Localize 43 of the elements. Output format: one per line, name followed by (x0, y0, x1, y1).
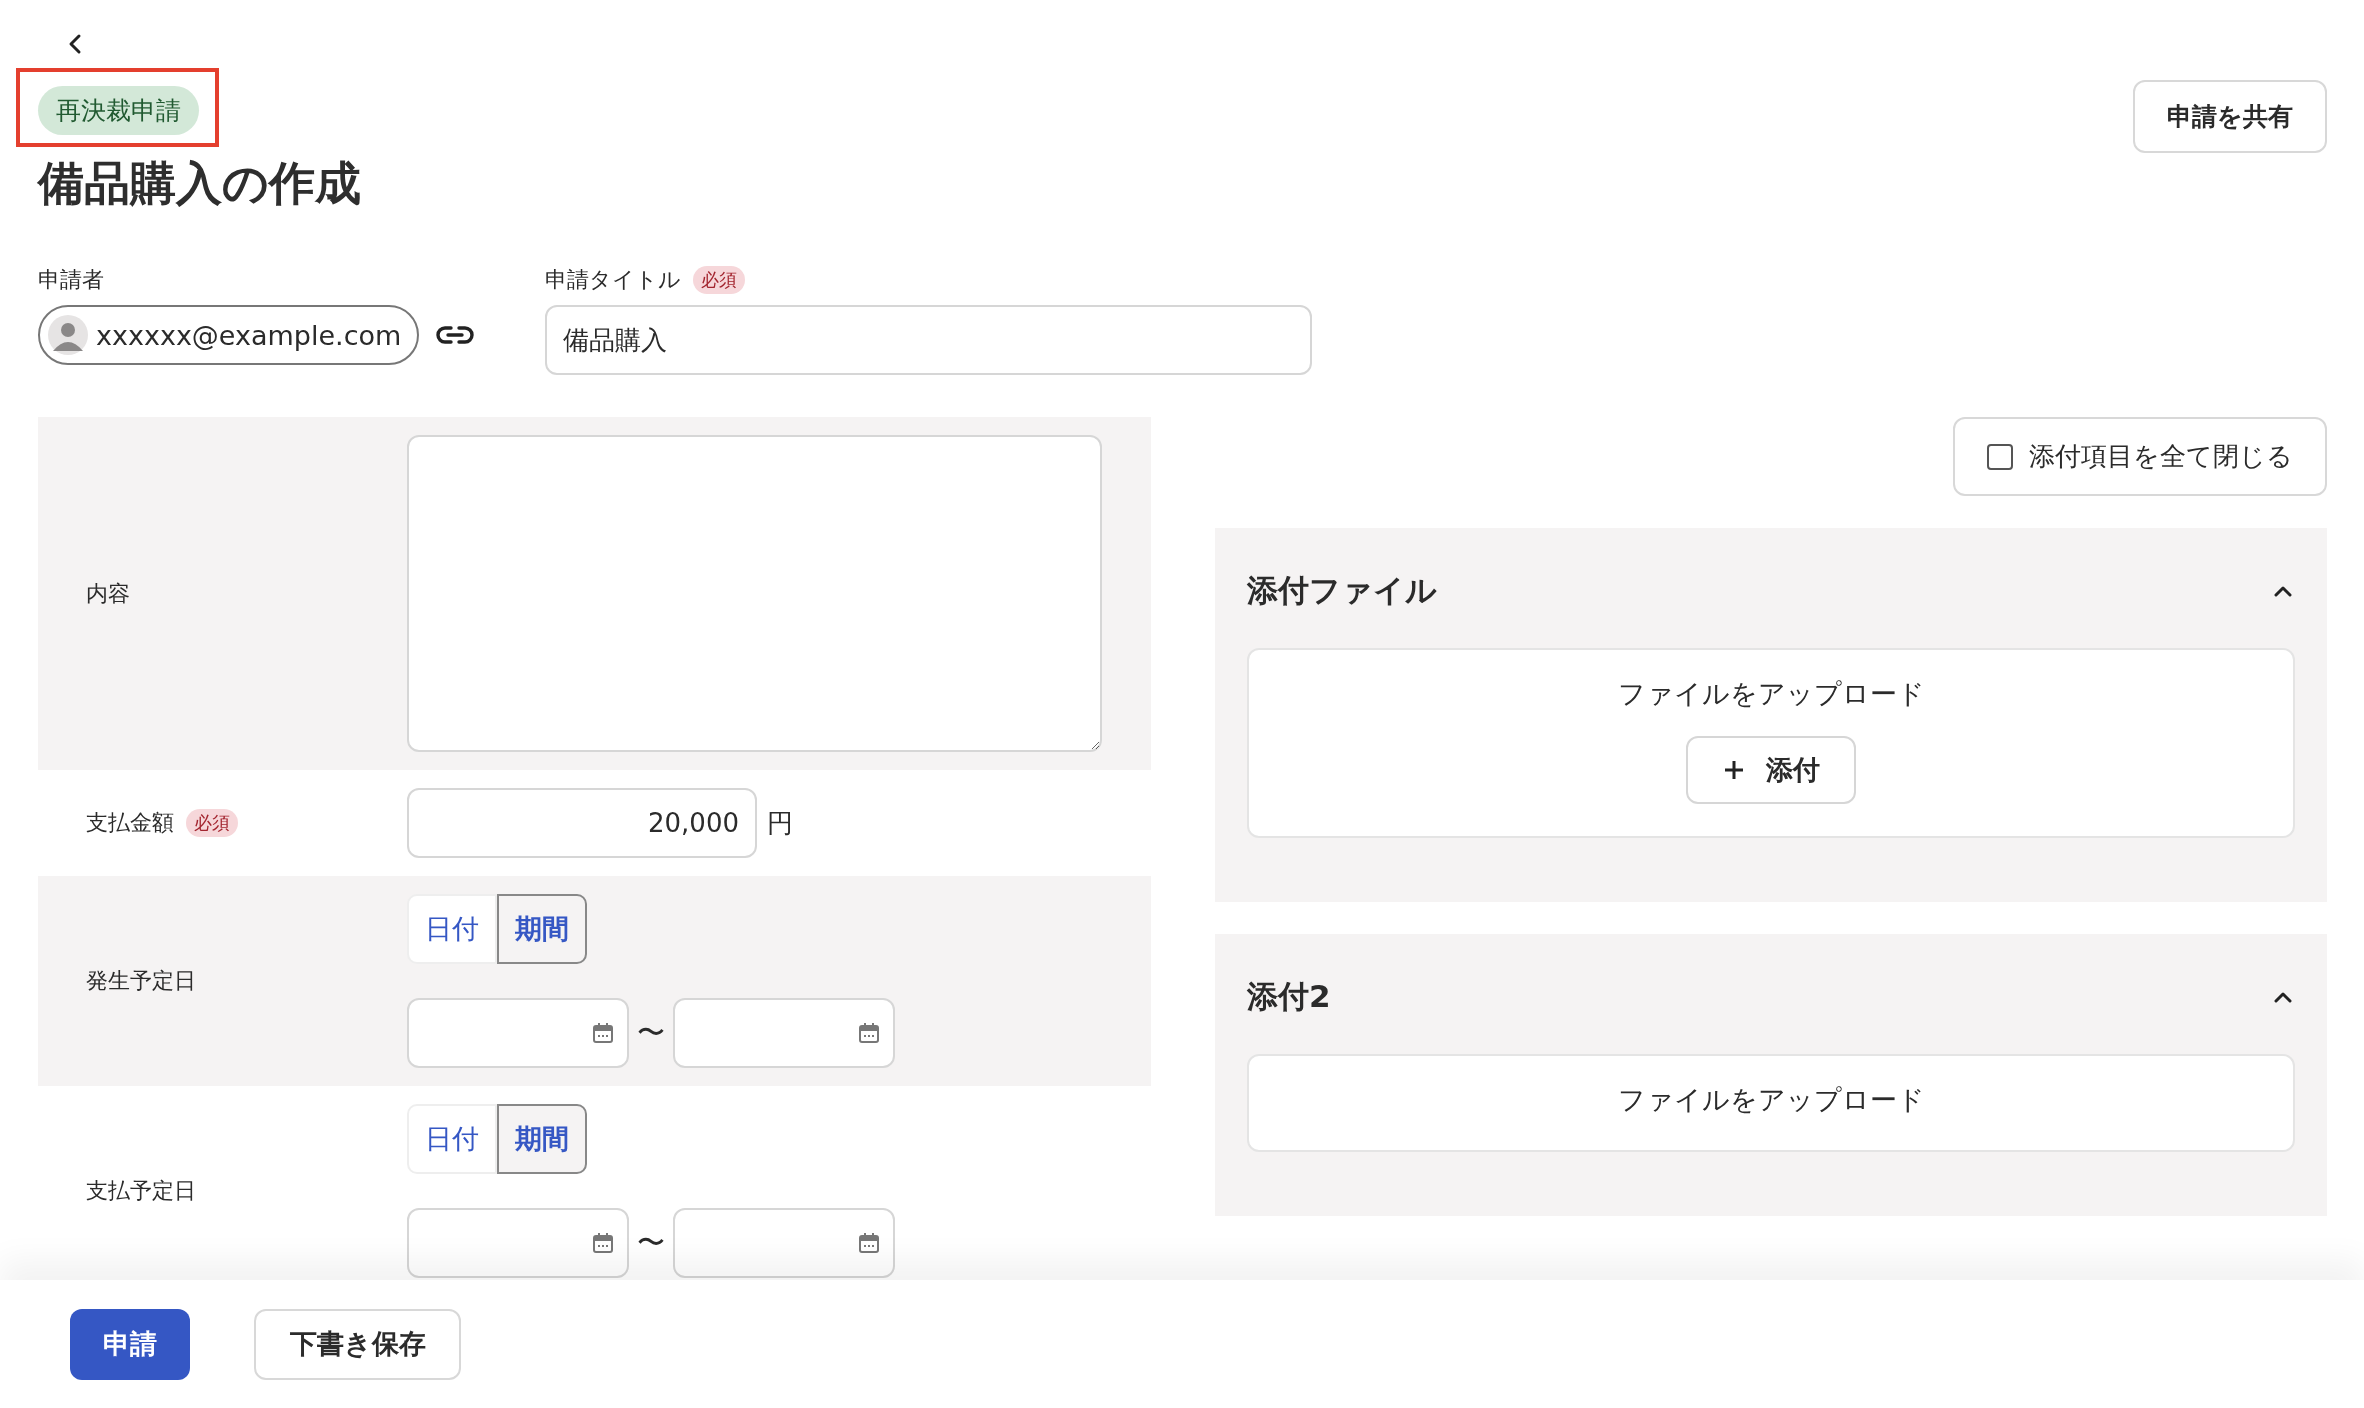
upload-text: ファイルをアップロード (1617, 677, 1925, 711)
page-title: 備品購入の作成 (38, 155, 361, 212)
upload-area[interactable]: ファイルをアップロード (1247, 1054, 2295, 1152)
checkbox[interactable] (1987, 443, 2013, 470)
status-badge: 再決裁申請 (38, 86, 199, 135)
segment-tab[interactable]: 期間 (497, 894, 587, 964)
field-label: 発生予定日 (86, 967, 196, 995)
date-input[interactable] (407, 1208, 629, 1278)
range-separator: 〜 (637, 1015, 665, 1051)
attach-button[interactable]: 添付 (1686, 736, 1856, 804)
section-title: 添付ファイル (1247, 571, 1437, 610)
calendar-icon (857, 1231, 881, 1255)
field-label: 支払金額 (86, 809, 174, 837)
submit-button[interactable]: 申請 (70, 1308, 190, 1380)
required-badge: 必須 (693, 266, 746, 294)
title-input[interactable]: 備品購入 (545, 305, 1313, 375)
segment-tab[interactable]: 日付 (407, 894, 497, 964)
save-draft-button[interactable]: 下書き保存 (254, 1308, 461, 1380)
date-input[interactable] (673, 1208, 895, 1278)
date-input[interactable] (407, 998, 629, 1068)
required-badge: 必須 (186, 809, 238, 837)
field-label: 申請者 (38, 266, 105, 294)
link-icon[interactable] (435, 323, 476, 347)
upload-text: ファイルをアップロード (1617, 1083, 1925, 1117)
currency-unit: 円 (767, 806, 793, 840)
section-title: 添付2 (1247, 977, 1331, 1016)
field-label: 内容 (86, 579, 130, 608)
field-label: 支払予定日 (86, 1177, 196, 1205)
field-label: 申請タイトル (545, 266, 682, 294)
calendar-icon (591, 1231, 615, 1255)
segment-tab[interactable]: 期間 (497, 1104, 587, 1174)
range-separator: 〜 (637, 1225, 665, 1261)
avatar-icon (48, 315, 88, 355)
user-chip[interactable]: xxxxxx@example.com (38, 305, 420, 365)
plus-icon (1722, 758, 1746, 782)
calendar-icon (591, 1021, 615, 1045)
collapse-all-toggle[interactable]: 添付項目を全て閉じる (1953, 417, 2327, 496)
amount-input[interactable]: 20,000 (407, 788, 757, 858)
calendar-icon (857, 1021, 881, 1045)
date-input[interactable] (673, 998, 895, 1068)
share-button[interactable]: 申請を共有 (2133, 80, 2327, 153)
segment-tab[interactable]: 日付 (407, 1104, 497, 1174)
upload-area[interactable]: ファイルをアップロード 添付 (1247, 648, 2295, 838)
